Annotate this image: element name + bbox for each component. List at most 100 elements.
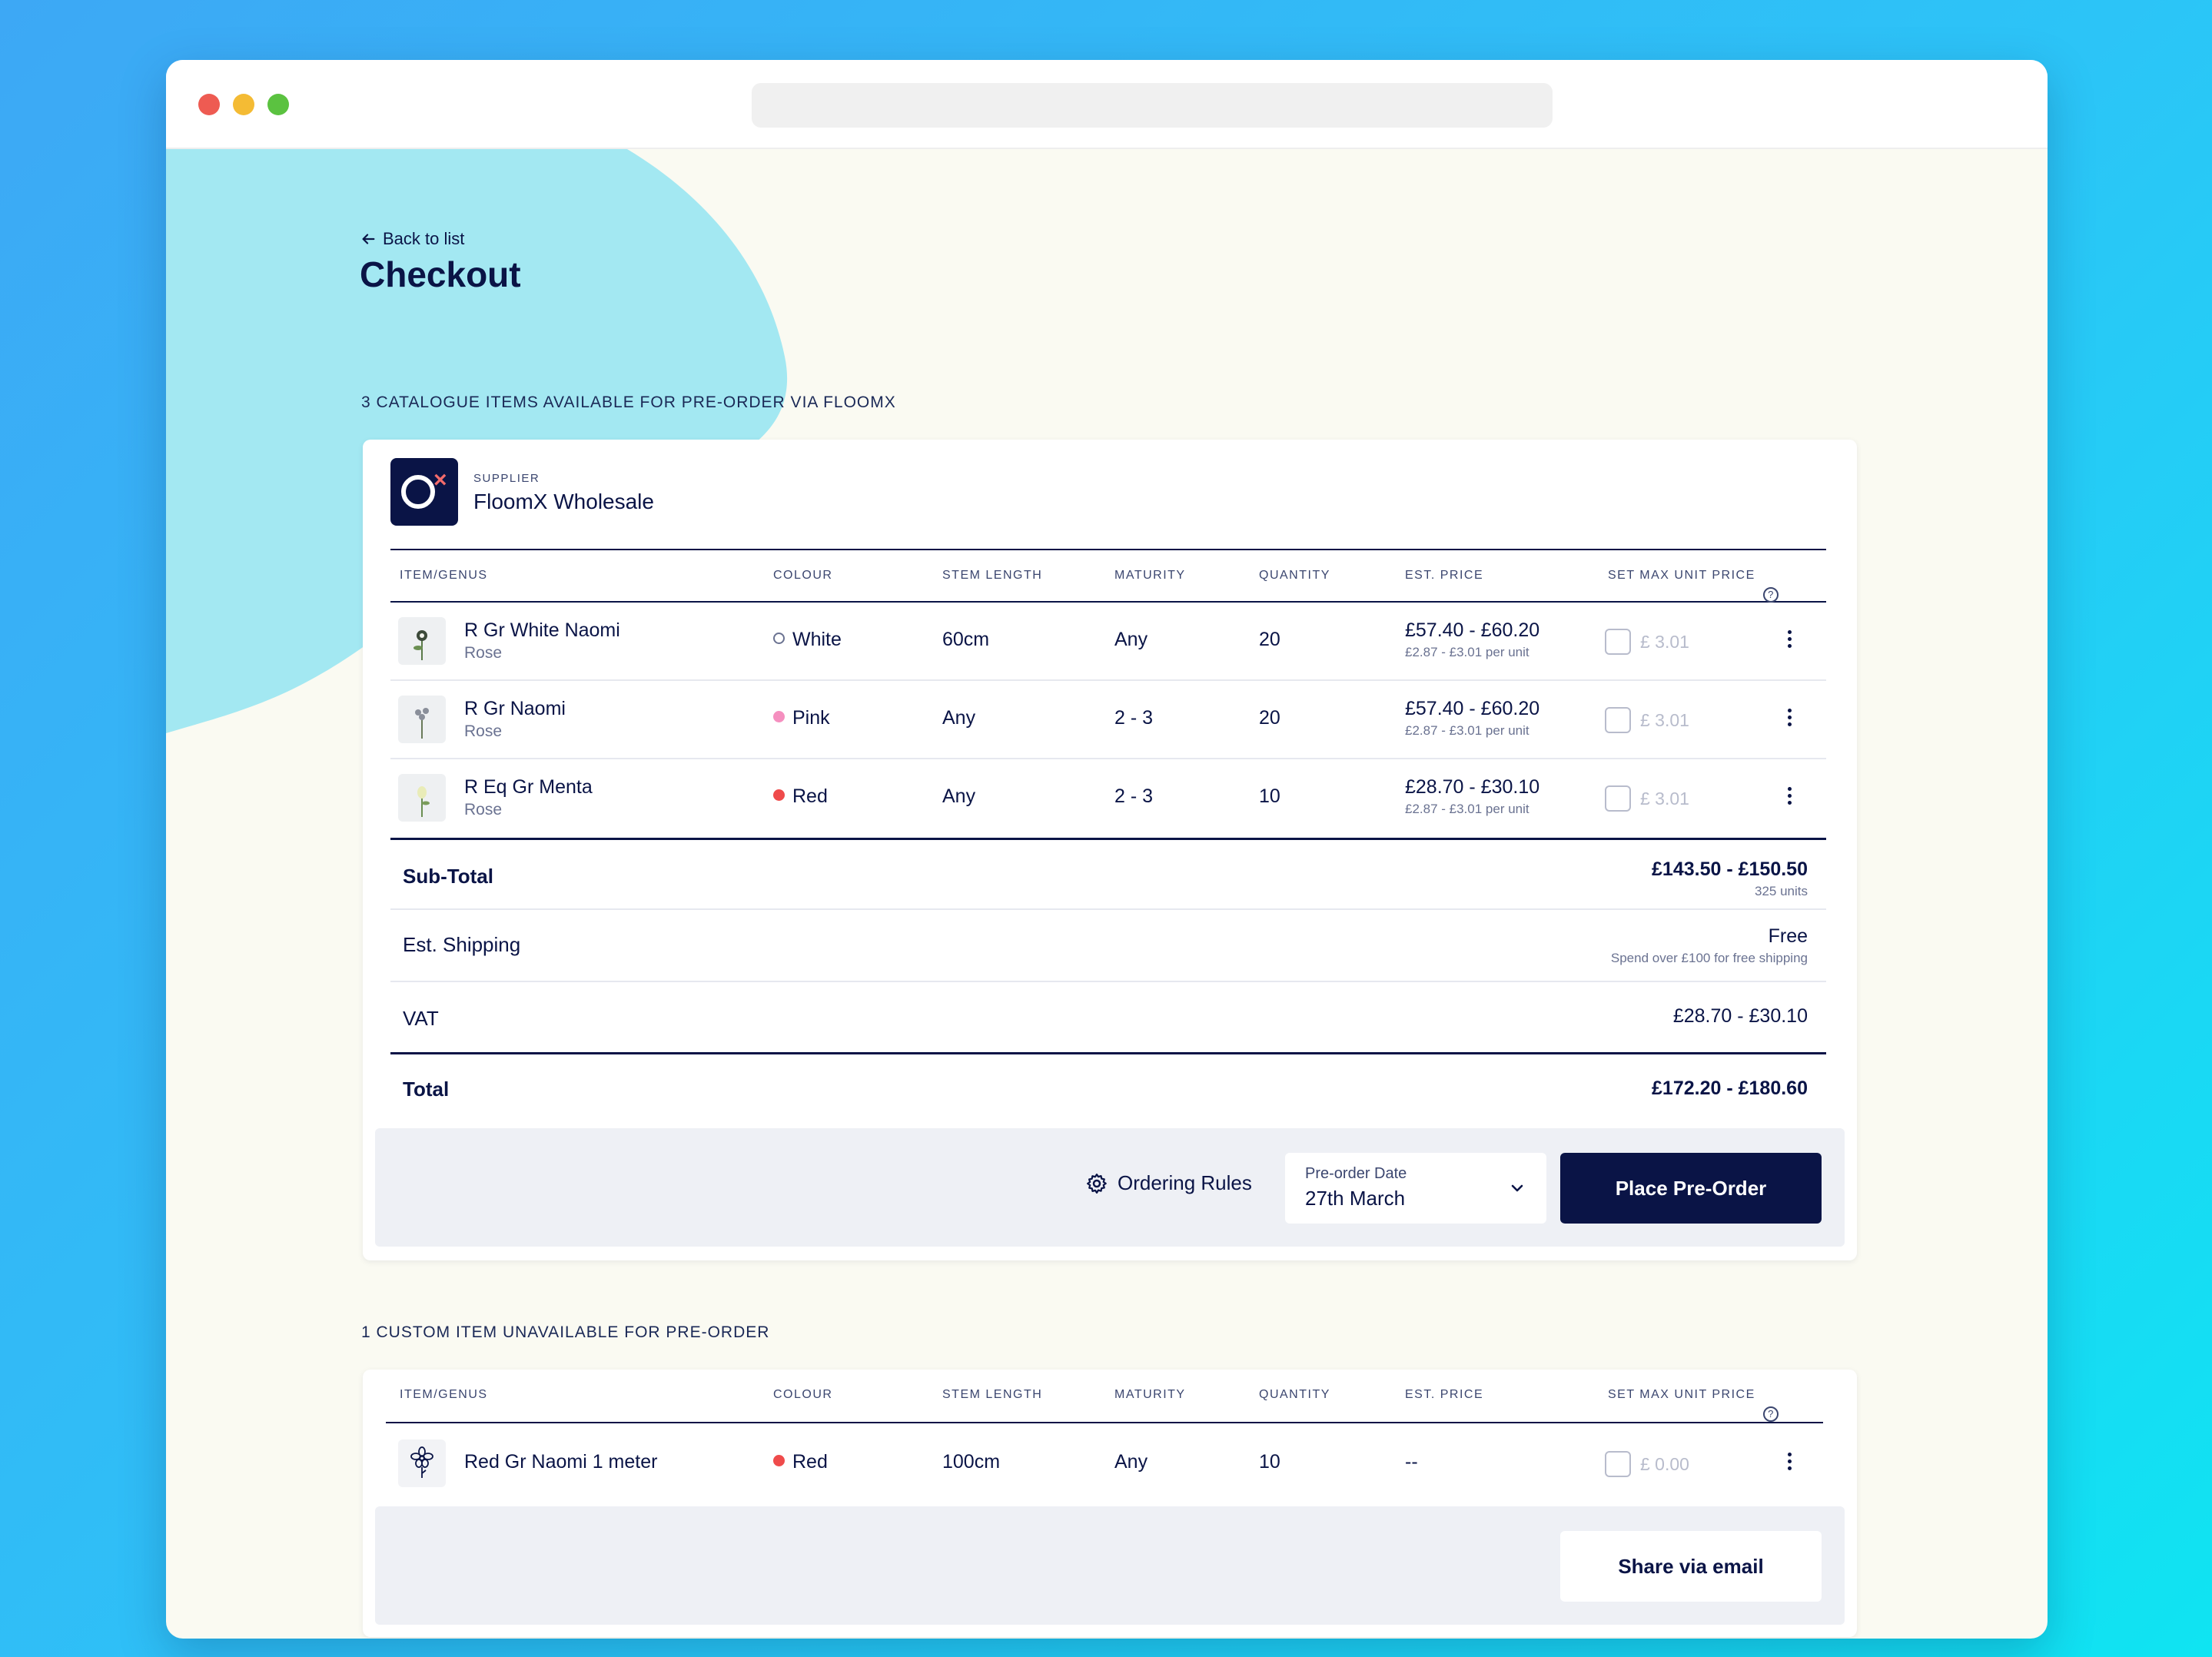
max-unit-price: £ 3.01 — [1605, 707, 1689, 733]
col-max-unit-price: SET MAX UNIT PRICE? — [1608, 1388, 1779, 1422]
max-price-checkbox[interactable] — [1605, 629, 1631, 655]
pre-order-date-select[interactable]: Pre-order Date 27th March — [1285, 1153, 1546, 1224]
colour-label: White — [792, 629, 842, 650]
col-quantity: QUANTITY — [1259, 569, 1330, 582]
col-item-genus: ITEM/GENUS — [400, 569, 488, 582]
unavailable-section-label: 1 CUSTOM ITEM UNAVAILABLE FOR PRE-ORDER — [361, 1323, 770, 1341]
col-stem-length: STEM LENGTH — [942, 1388, 1043, 1401]
item-stem-length: Any — [942, 707, 976, 729]
checkout-action-bar: Ordering Rules Pre-order Date 27th March… — [375, 1128, 1845, 1247]
table-row: Red Gr Naomi 1 meter Red 100cm Any 10 --… — [390, 1425, 1826, 1503]
max-price-checkbox[interactable] — [1605, 1451, 1631, 1477]
item-price: £28.70 - £30.10 £2.87 - £3.01 per unit — [1405, 776, 1539, 817]
browser-window: Back to list Checkout 3 CATALOGUE ITEMS … — [166, 60, 2048, 1639]
more-options-icon[interactable] — [1782, 784, 1797, 813]
item-price: £57.40 - £60.20 £2.87 - £3.01 per unit — [1405, 698, 1539, 739]
max-price-checkbox[interactable] — [1605, 707, 1631, 733]
window-titlebar — [166, 60, 2048, 149]
max-price-checkbox[interactable] — [1605, 785, 1631, 812]
col-max-unit-price-label: SET MAX UNIT PRICE — [1608, 569, 1755, 582]
more-options-icon[interactable] — [1782, 1449, 1797, 1479]
item-genus: Rose — [464, 801, 503, 819]
col-max-unit-price: SET MAX UNIT PRICE? — [1608, 569, 1779, 603]
colour-swatch — [773, 633, 785, 644]
share-action-bar: Share via email — [375, 1506, 1845, 1625]
help-icon[interactable]: ? — [1762, 587, 1779, 603]
arrow-left-icon — [362, 234, 375, 244]
item-price: £57.40 - £60.20 £2.87 - £3.01 per unit — [1405, 619, 1539, 660]
table-header: ITEM/GENUS COLOUR STEM LENGTH MATURITY Q… — [386, 1370, 1823, 1423]
price-per-unit: £2.87 - £3.01 per unit — [1405, 645, 1529, 659]
subtotal-row: Sub-Total £143.50 - £150.50 325 units — [390, 838, 1826, 910]
table-header: ITEM/GENUS COLOUR STEM LENGTH MATURITY Q… — [390, 549, 1826, 603]
price-range: £57.40 - £60.20 — [1405, 698, 1540, 719]
max-price-value: £ 3.01 — [1640, 788, 1689, 809]
shipping-row: Est. Shipping Free Spend over £100 for f… — [390, 910, 1826, 982]
item-quantity: 10 — [1259, 785, 1280, 807]
help-icon[interactable]: ? — [1762, 1406, 1779, 1422]
minimize-window-button[interactable] — [233, 94, 254, 115]
subtotal-value: £143.50 - £150.50 325 units — [1652, 858, 1808, 899]
col-maturity: MATURITY — [1114, 569, 1186, 582]
item-maturity: 2 - 3 — [1114, 785, 1154, 807]
shipping-value: Free Spend over £100 for free shipping — [1611, 925, 1808, 966]
item-name: R Gr White Naomi — [464, 619, 620, 641]
item-stem-length: 100cm — [942, 1451, 1001, 1473]
table-row: R Eq Gr Menta Rose Red Any 2 - 3 10 £28.… — [390, 759, 1826, 838]
address-bar[interactable] — [752, 83, 1553, 128]
col-quantity: QUANTITY — [1259, 1388, 1330, 1401]
col-stem-length: STEM LENGTH — [942, 569, 1043, 582]
max-price-value: £ 3.01 — [1640, 709, 1689, 730]
item-price: -- — [1405, 1451, 1418, 1473]
max-unit-price: £ 0.00 — [1605, 1451, 1689, 1477]
item-stem-length: 60cm — [942, 629, 990, 650]
supplier-header: × SUPPLIER FloomX Wholesale — [390, 458, 654, 526]
subtotal-units: 325 units — [1755, 884, 1808, 898]
share-via-email-button[interactable]: Share via email — [1560, 1531, 1822, 1602]
col-colour: COLOUR — [773, 569, 833, 582]
item-name: Red Gr Naomi 1 meter — [464, 1451, 658, 1473]
more-options-icon[interactable] — [1782, 706, 1797, 735]
colour-swatch — [773, 711, 785, 722]
maximize-window-button[interactable] — [267, 94, 289, 115]
pre-order-date-value: 27th March — [1305, 1187, 1406, 1210]
item-quantity: 20 — [1259, 629, 1280, 650]
shipping-label: Est. Shipping — [403, 933, 521, 956]
price-per-unit: £2.87 - £3.01 per unit — [1405, 802, 1529, 816]
more-options-icon[interactable] — [1782, 627, 1797, 656]
pre-order-date-label: Pre-order Date — [1305, 1165, 1407, 1182]
ordering-rules-label: Ordering Rules — [1118, 1171, 1252, 1194]
item-colour: Pink — [773, 707, 830, 729]
price-range: £28.70 - £30.10 — [1405, 776, 1540, 798]
col-max-unit-price-label: SET MAX UNIT PRICE — [1608, 1388, 1755, 1401]
back-to-list-link[interactable]: Back to list — [360, 229, 464, 249]
item-colour: Red — [773, 785, 828, 808]
colour-label: Pink — [792, 707, 830, 729]
close-window-button[interactable] — [198, 94, 220, 115]
rose-photo-icon — [398, 617, 446, 665]
colour-label: Red — [792, 785, 828, 807]
total-amount: £172.20 - £180.60 — [1652, 1078, 1808, 1099]
item-stem-length: Any — [942, 785, 976, 807]
col-colour: COLOUR — [773, 1388, 833, 1401]
item-colour: Red — [773, 1451, 828, 1473]
flower-outline-icon — [398, 1439, 446, 1487]
floomx-logo: × — [390, 458, 458, 526]
shipping-amount: Free — [1768, 925, 1808, 947]
item-maturity: Any — [1114, 1451, 1148, 1473]
table-row: R Gr White Naomi Rose White 60cm Any 20 … — [390, 603, 1826, 681]
total-label: Total — [403, 1078, 450, 1101]
item-name: R Gr Naomi — [464, 698, 566, 719]
colour-swatch — [773, 1455, 785, 1466]
vat-row: VAT £28.70 - £30.10 — [390, 982, 1826, 1054]
back-link-label: Back to list — [383, 229, 465, 248]
rose-photo-icon — [398, 696, 446, 743]
item-maturity: 2 - 3 — [1114, 707, 1154, 729]
col-item-genus: ITEM/GENUS — [400, 1388, 488, 1401]
ordering-rules-button[interactable]: Ordering Rules — [1085, 1171, 1252, 1195]
colour-swatch — [773, 789, 785, 801]
place-pre-order-button[interactable]: Place Pre-Order — [1560, 1153, 1822, 1224]
max-price-value: £ 0.00 — [1640, 1453, 1689, 1474]
item-quantity: 10 — [1259, 1451, 1280, 1473]
item-colour: White — [773, 629, 842, 651]
